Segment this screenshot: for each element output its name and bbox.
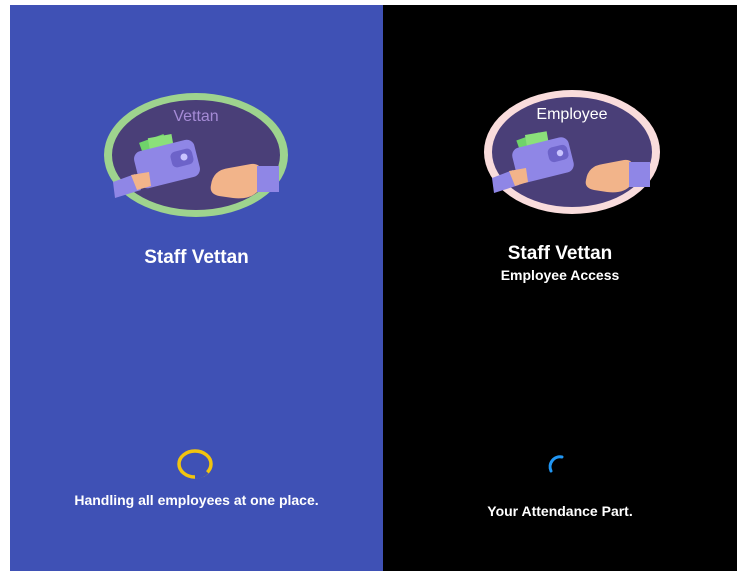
app-subtitle: Employee Access (500, 267, 620, 283)
app-title: Staff Vettan (144, 247, 249, 268)
loading-spinner (176, 447, 214, 481)
employee-splash-screen: Employee Staff Vettan Employee Access Yo… (383, 5, 737, 571)
admin-splash-screen: Vettan Staff Vettan Handling all employe… (10, 5, 383, 571)
loading-spinner (546, 451, 574, 479)
wallet-handover-icon: Employee (484, 90, 660, 214)
tagline: Handling all employees at one place. (74, 492, 319, 508)
app-title: Staff Vettan (507, 243, 613, 264)
app-logo: Employee (482, 88, 662, 216)
wallet-handover-icon: Vettan (104, 93, 288, 217)
logo-text: Vettan (173, 108, 218, 125)
logo-text: Employee (536, 106, 607, 123)
app-logo: Vettan (101, 90, 291, 220)
tagline: Your Attendance Part. (487, 503, 633, 519)
